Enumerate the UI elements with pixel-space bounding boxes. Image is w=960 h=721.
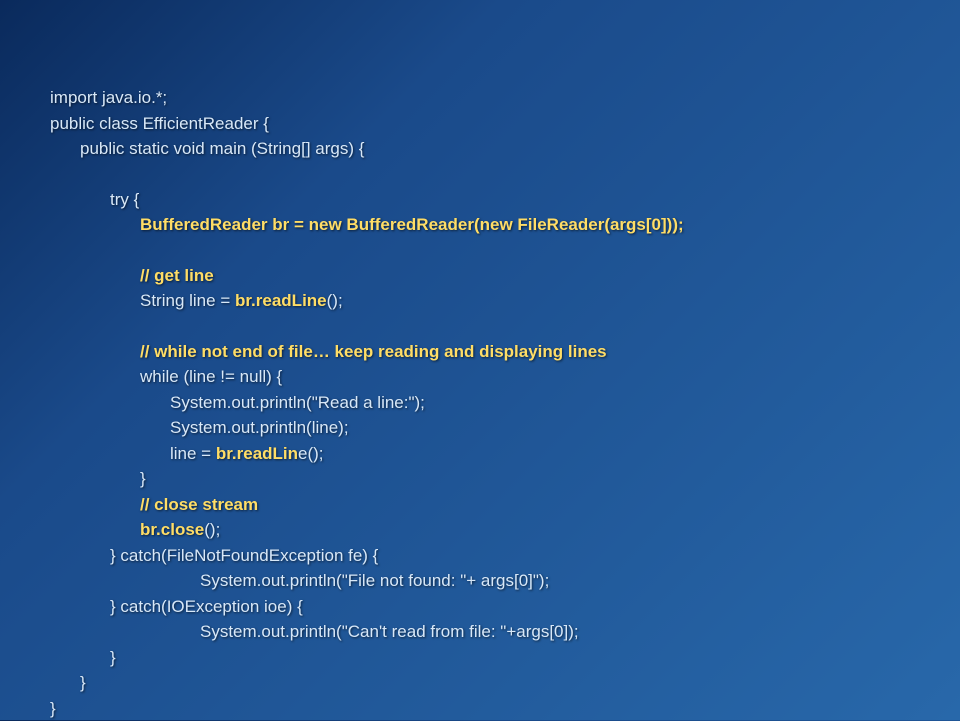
code-line: }	[50, 696, 960, 721]
code-line: }	[50, 466, 960, 492]
code-block: import java.io.*; public class Efficient…	[50, 85, 960, 721]
code-line: System.out.println("File not found: "+ a…	[50, 568, 960, 594]
code-line: try {	[50, 187, 960, 213]
code-text: line =	[170, 444, 216, 463]
highlighted-code: br.readLin	[216, 444, 298, 463]
code-text: String line =	[140, 291, 235, 310]
code-text: ();	[204, 520, 220, 539]
code-line: br.close();	[50, 517, 960, 543]
code-comment: // while not end of file… keep reading a…	[50, 339, 960, 365]
code-line: }	[50, 670, 960, 696]
code-line: System.out.println("Can't read from file…	[50, 619, 960, 645]
code-line: System.out.println("Read a line:");	[50, 390, 960, 416]
code-line: System.out.println(line);	[50, 415, 960, 441]
blank-line	[50, 238, 960, 263]
highlighted-code: BufferedReader br = new BufferedReader(n…	[140, 215, 684, 234]
code-line: } catch(IOException ioe) {	[50, 594, 960, 620]
code-line: while (line != null) {	[50, 364, 960, 390]
code-comment: // close stream	[50, 492, 960, 518]
blank-line	[50, 314, 960, 339]
highlighted-code: br.readLine	[235, 291, 327, 310]
code-line: } catch(FileNotFoundException fe) {	[50, 543, 960, 569]
code-text: e();	[298, 444, 324, 463]
code-line: import java.io.*;	[50, 85, 960, 111]
code-line: public class EfficientReader {	[50, 111, 960, 137]
code-line: String line = br.readLine();	[50, 288, 960, 314]
code-comment: // get line	[50, 263, 960, 289]
code-line: line = br.readLine();	[50, 441, 960, 467]
code-text: ();	[327, 291, 343, 310]
code-line: public static void main (String[] args) …	[50, 136, 960, 162]
blank-line	[50, 162, 960, 187]
code-line: }	[50, 645, 960, 671]
code-line: BufferedReader br = new BufferedReader(n…	[50, 212, 960, 238]
highlighted-code: br.close	[140, 520, 204, 539]
